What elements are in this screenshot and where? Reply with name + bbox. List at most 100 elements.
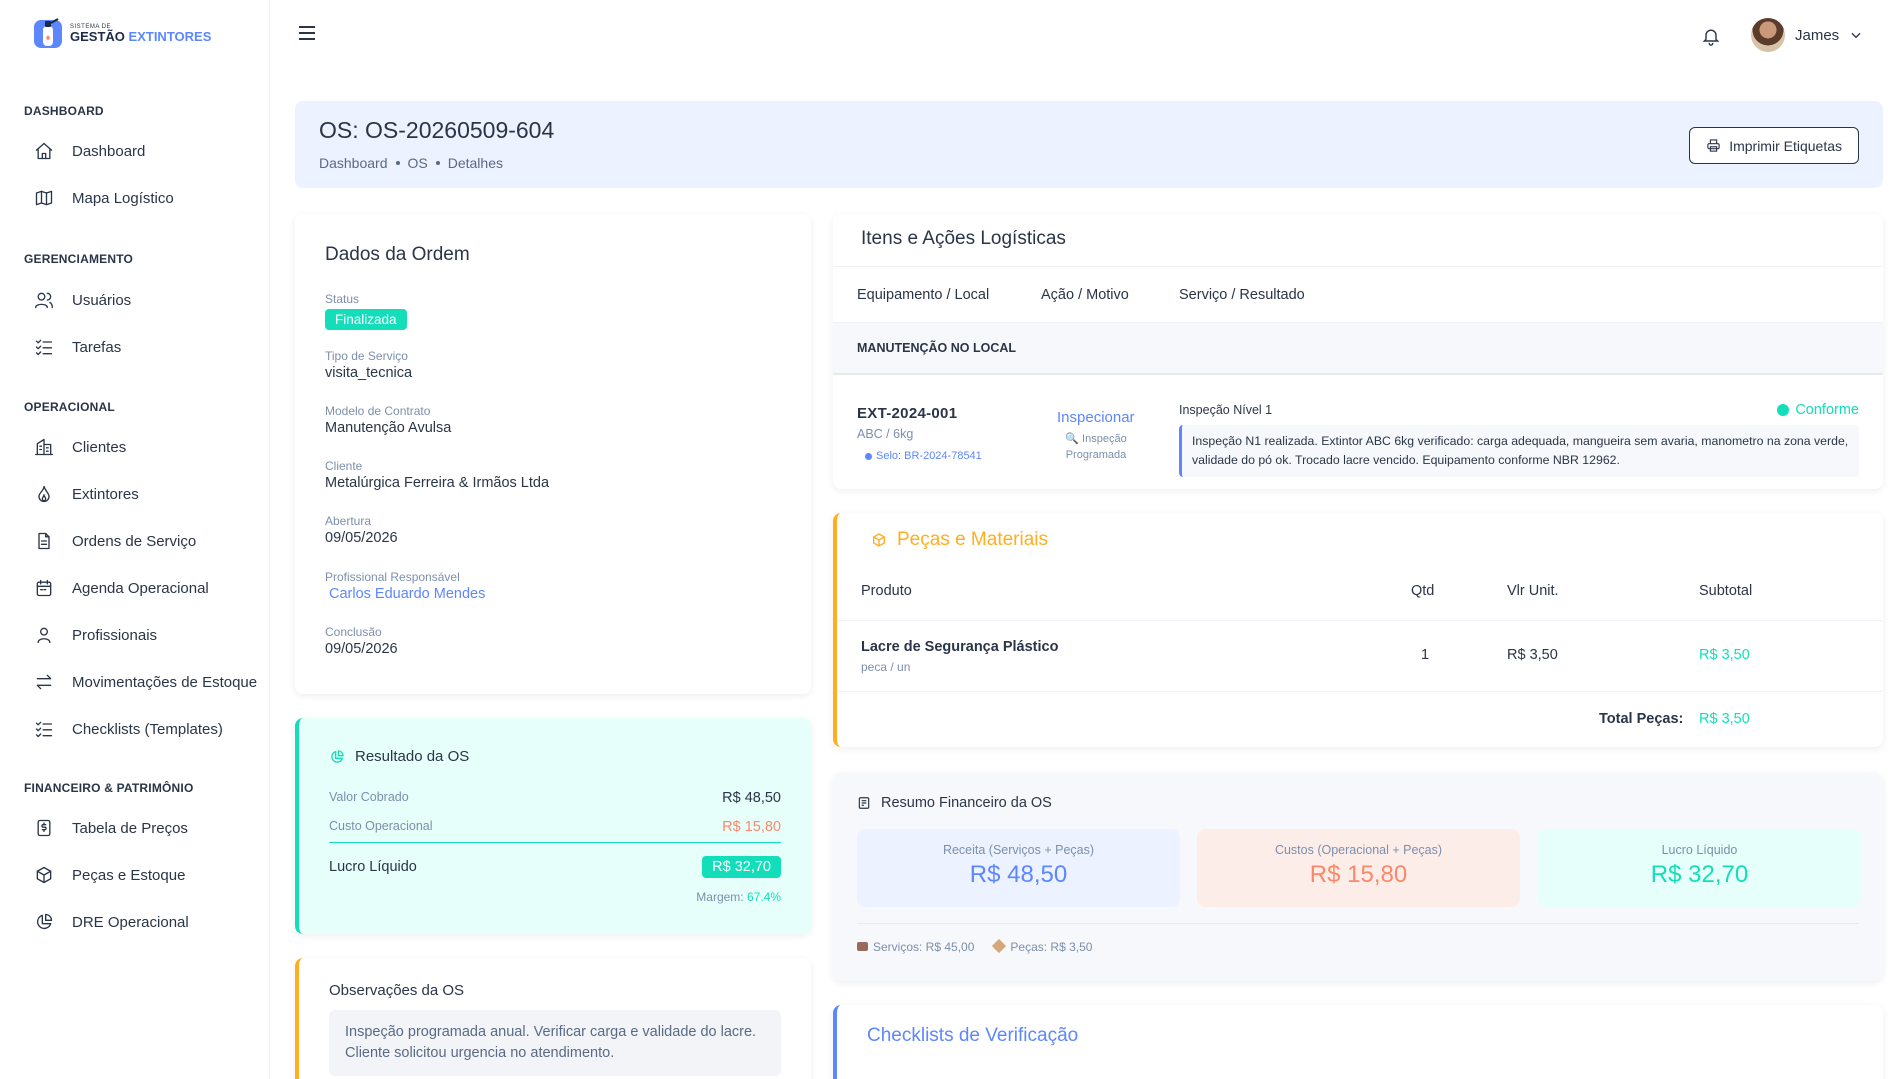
parts-materials-card: Peças e Materiais Produto Qtd Vlr Unit. … [833, 513, 1883, 747]
nav-section-gerenciamento: GERENCIAMENTO [24, 252, 134, 266]
receipt-icon [858, 797, 870, 809]
action-reason: 🔍 Inspeção Programada [1065, 433, 1127, 461]
parts-total-value: R$ 3,50 [1699, 711, 1750, 727]
sidebar-item-label: Tarefas [72, 338, 122, 356]
sidebar-item-dre-operacional[interactable]: DRE Operacional [34, 910, 189, 934]
os-notes-card: Observações da OS Inspeção programada an… [295, 958, 811, 1079]
profit-stat: Lucro Líquido R$ 32,70 [1538, 829, 1861, 907]
sidebar-item-label: Dashboard [72, 142, 146, 160]
magnifier-icon: 🔍 [1065, 433, 1079, 445]
os-notes-title: Observações da OS [329, 982, 465, 999]
home-icon [35, 142, 53, 160]
service-type-label: Tipo de Serviço [325, 349, 408, 363]
operational-cost-label: Custo Operacional [329, 819, 433, 833]
financial-breakdown: Serviços: R$ 45,00 Peças: R$ 3,50 [857, 938, 1092, 954]
col-qty: Qtd [1411, 583, 1435, 599]
sidebar-item-label: Clientes [72, 438, 127, 456]
conclusion-value: 09/05/2026 [325, 641, 398, 657]
print-labels-button[interactable]: Imprimir Etiquetas [1689, 127, 1859, 164]
box-icon [992, 938, 1007, 954]
product-name: Lacre de Segurança Plástico [861, 639, 1059, 655]
logistics-items-card: Itens e Ações Logísticas Equipamento / L… [833, 214, 1883, 489]
sidebar-item-label: Mapa Logístico [72, 189, 174, 207]
services-total: Serviços: R$ 45,00 [857, 940, 974, 954]
sidebar-item-ordens-de-servico[interactable]: Ordens de Serviço [34, 529, 196, 553]
net-profit-badge: R$ 32,70 [702, 856, 781, 878]
sidebar-item-label: Profissionais [72, 626, 158, 644]
seal-tag: Selo: BR-2024-78541 [865, 450, 982, 462]
financial-summary-title: Resumo Financeiro da OS [857, 795, 1052, 811]
breadcrumb-detalhes: Detalhes [447, 155, 503, 171]
col-subtotal: Subtotal [1699, 583, 1753, 599]
breadcrumb: Dashboard OS Detalhes [319, 155, 503, 171]
result-conforme: Conforme [1777, 402, 1859, 418]
os-notes-text: Inspeção programada anual. Verificar car… [329, 1010, 781, 1077]
sidebar-item-dashboard[interactable]: Dashboard [34, 139, 145, 163]
list-check-icon [35, 339, 53, 356]
parts-title: Peças e Materiais [871, 529, 1048, 551]
opening-label: Abertura [325, 514, 372, 528]
arrows-icon [36, 674, 52, 690]
dollar-icon [37, 819, 51, 837]
logistics-items-title: Itens e Ações Logísticas [861, 228, 1066, 249]
sidebar-item-tarefas[interactable]: Tarefas [34, 335, 121, 359]
product-subtotal: R$ 3,50 [1699, 647, 1750, 663]
building-icon [35, 438, 53, 456]
list-check-icon [35, 721, 53, 738]
app-logo[interactable]: SISTEMA DE GESTÃO EXTINTORES [32, 16, 211, 50]
sidebar-item-movimentacoes-estoque[interactable]: Movimentações de Estoque [34, 670, 257, 694]
charged-label: Valor Cobrado [329, 790, 409, 804]
sidebar-item-label: DRE Operacional [72, 913, 189, 931]
service-note: Inspeção N1 realizada. Extintor ABC 6kg … [1179, 425, 1859, 478]
menu-toggle-icon[interactable] [299, 26, 319, 44]
sidebar-item-mapa-logistico[interactable]: Mapa Logístico [34, 186, 174, 210]
sidebar-item-tabela-precos[interactable]: Tabela de Preços [34, 816, 188, 840]
responsible-label: Profissional Responsável [325, 570, 460, 584]
service-type-value: visita_tecnica [325, 365, 413, 381]
opening-value: 09/05/2026 [325, 530, 398, 546]
checklists-card: Checklists de Verificação [833, 1005, 1883, 1079]
users-icon [35, 292, 53, 309]
sidebar-item-label: Peças e Estoque [72, 866, 186, 884]
sidebar-item-agenda-operacional[interactable]: Agenda Operacional [34, 576, 209, 600]
sidebar-item-checklists[interactable]: Checklists (Templates) [34, 717, 223, 741]
sidebar-item-label: Checklists (Templates) [72, 720, 223, 738]
sidebar-item-label: Movimentações de Estoque [72, 673, 258, 691]
operational-cost-value: R$ 15,80 [722, 819, 781, 835]
file-icon [38, 532, 50, 550]
notification-bell-icon[interactable] [1701, 25, 1721, 47]
group-header: MANUTENÇÃO NO LOCAL [833, 323, 1883, 375]
sidebar: SISTEMA DE GESTÃO EXTINTORES DASHBOARD D… [0, 0, 270, 1079]
briefcase-icon [857, 942, 868, 951]
financial-summary-card: Resumo Financeiro da OS Receita (Serviço… [833, 773, 1883, 981]
user-menu[interactable]: James [1751, 18, 1863, 52]
logistics-table-header: Equipamento / Local Ação / Motivo Serviç… [833, 266, 1883, 323]
table-row: EXT-2024-001 ABC / 6kg Selo: BR-2024-785… [833, 375, 1883, 489]
conclusion-label: Conclusão [325, 625, 382, 639]
sidebar-item-pecas-estoque[interactable]: Peças e Estoque [34, 863, 185, 887]
breadcrumb-os[interactable]: OS [408, 155, 428, 171]
box-icon [36, 866, 52, 884]
col-product: Produto [861, 583, 912, 599]
pie-icon [36, 913, 53, 930]
seal-dot-icon [865, 452, 872, 460]
extinguisher-logo-icon [32, 16, 64, 50]
pie-chart-icon [331, 749, 344, 763]
breadcrumb-dashboard[interactable]: Dashboard [319, 155, 388, 171]
client-value: Metalúrgica Ferreira & Irmãos Ltda [325, 475, 550, 491]
col-action: Ação / Motivo [1041, 287, 1129, 303]
sidebar-item-label: Tabela de Preços [72, 819, 188, 837]
checklists-title: Checklists de Verificação [867, 1025, 1079, 1046]
sidebar-item-usuarios[interactable]: Usuários [34, 288, 131, 312]
nav-section-operacional: OPERACIONAL [24, 400, 115, 414]
status-dot-icon [1777, 404, 1790, 416]
sidebar-item-clientes[interactable]: Clientes [34, 435, 126, 459]
flame-icon [38, 485, 50, 503]
action-label[interactable]: Inspecionar [1057, 409, 1135, 426]
sidebar-item-profissionais[interactable]: Profissionais [34, 623, 157, 647]
logo-title: GESTÃO EXTINTORES [70, 28, 212, 44]
responsible-link[interactable]: Carlos Eduardo Mendes [325, 586, 485, 602]
equipment-code[interactable]: EXT-2024-001 [857, 405, 957, 422]
service-level: Inspeção Nível 1 [1179, 403, 1273, 417]
sidebar-item-extintores[interactable]: Extintores [34, 482, 139, 506]
